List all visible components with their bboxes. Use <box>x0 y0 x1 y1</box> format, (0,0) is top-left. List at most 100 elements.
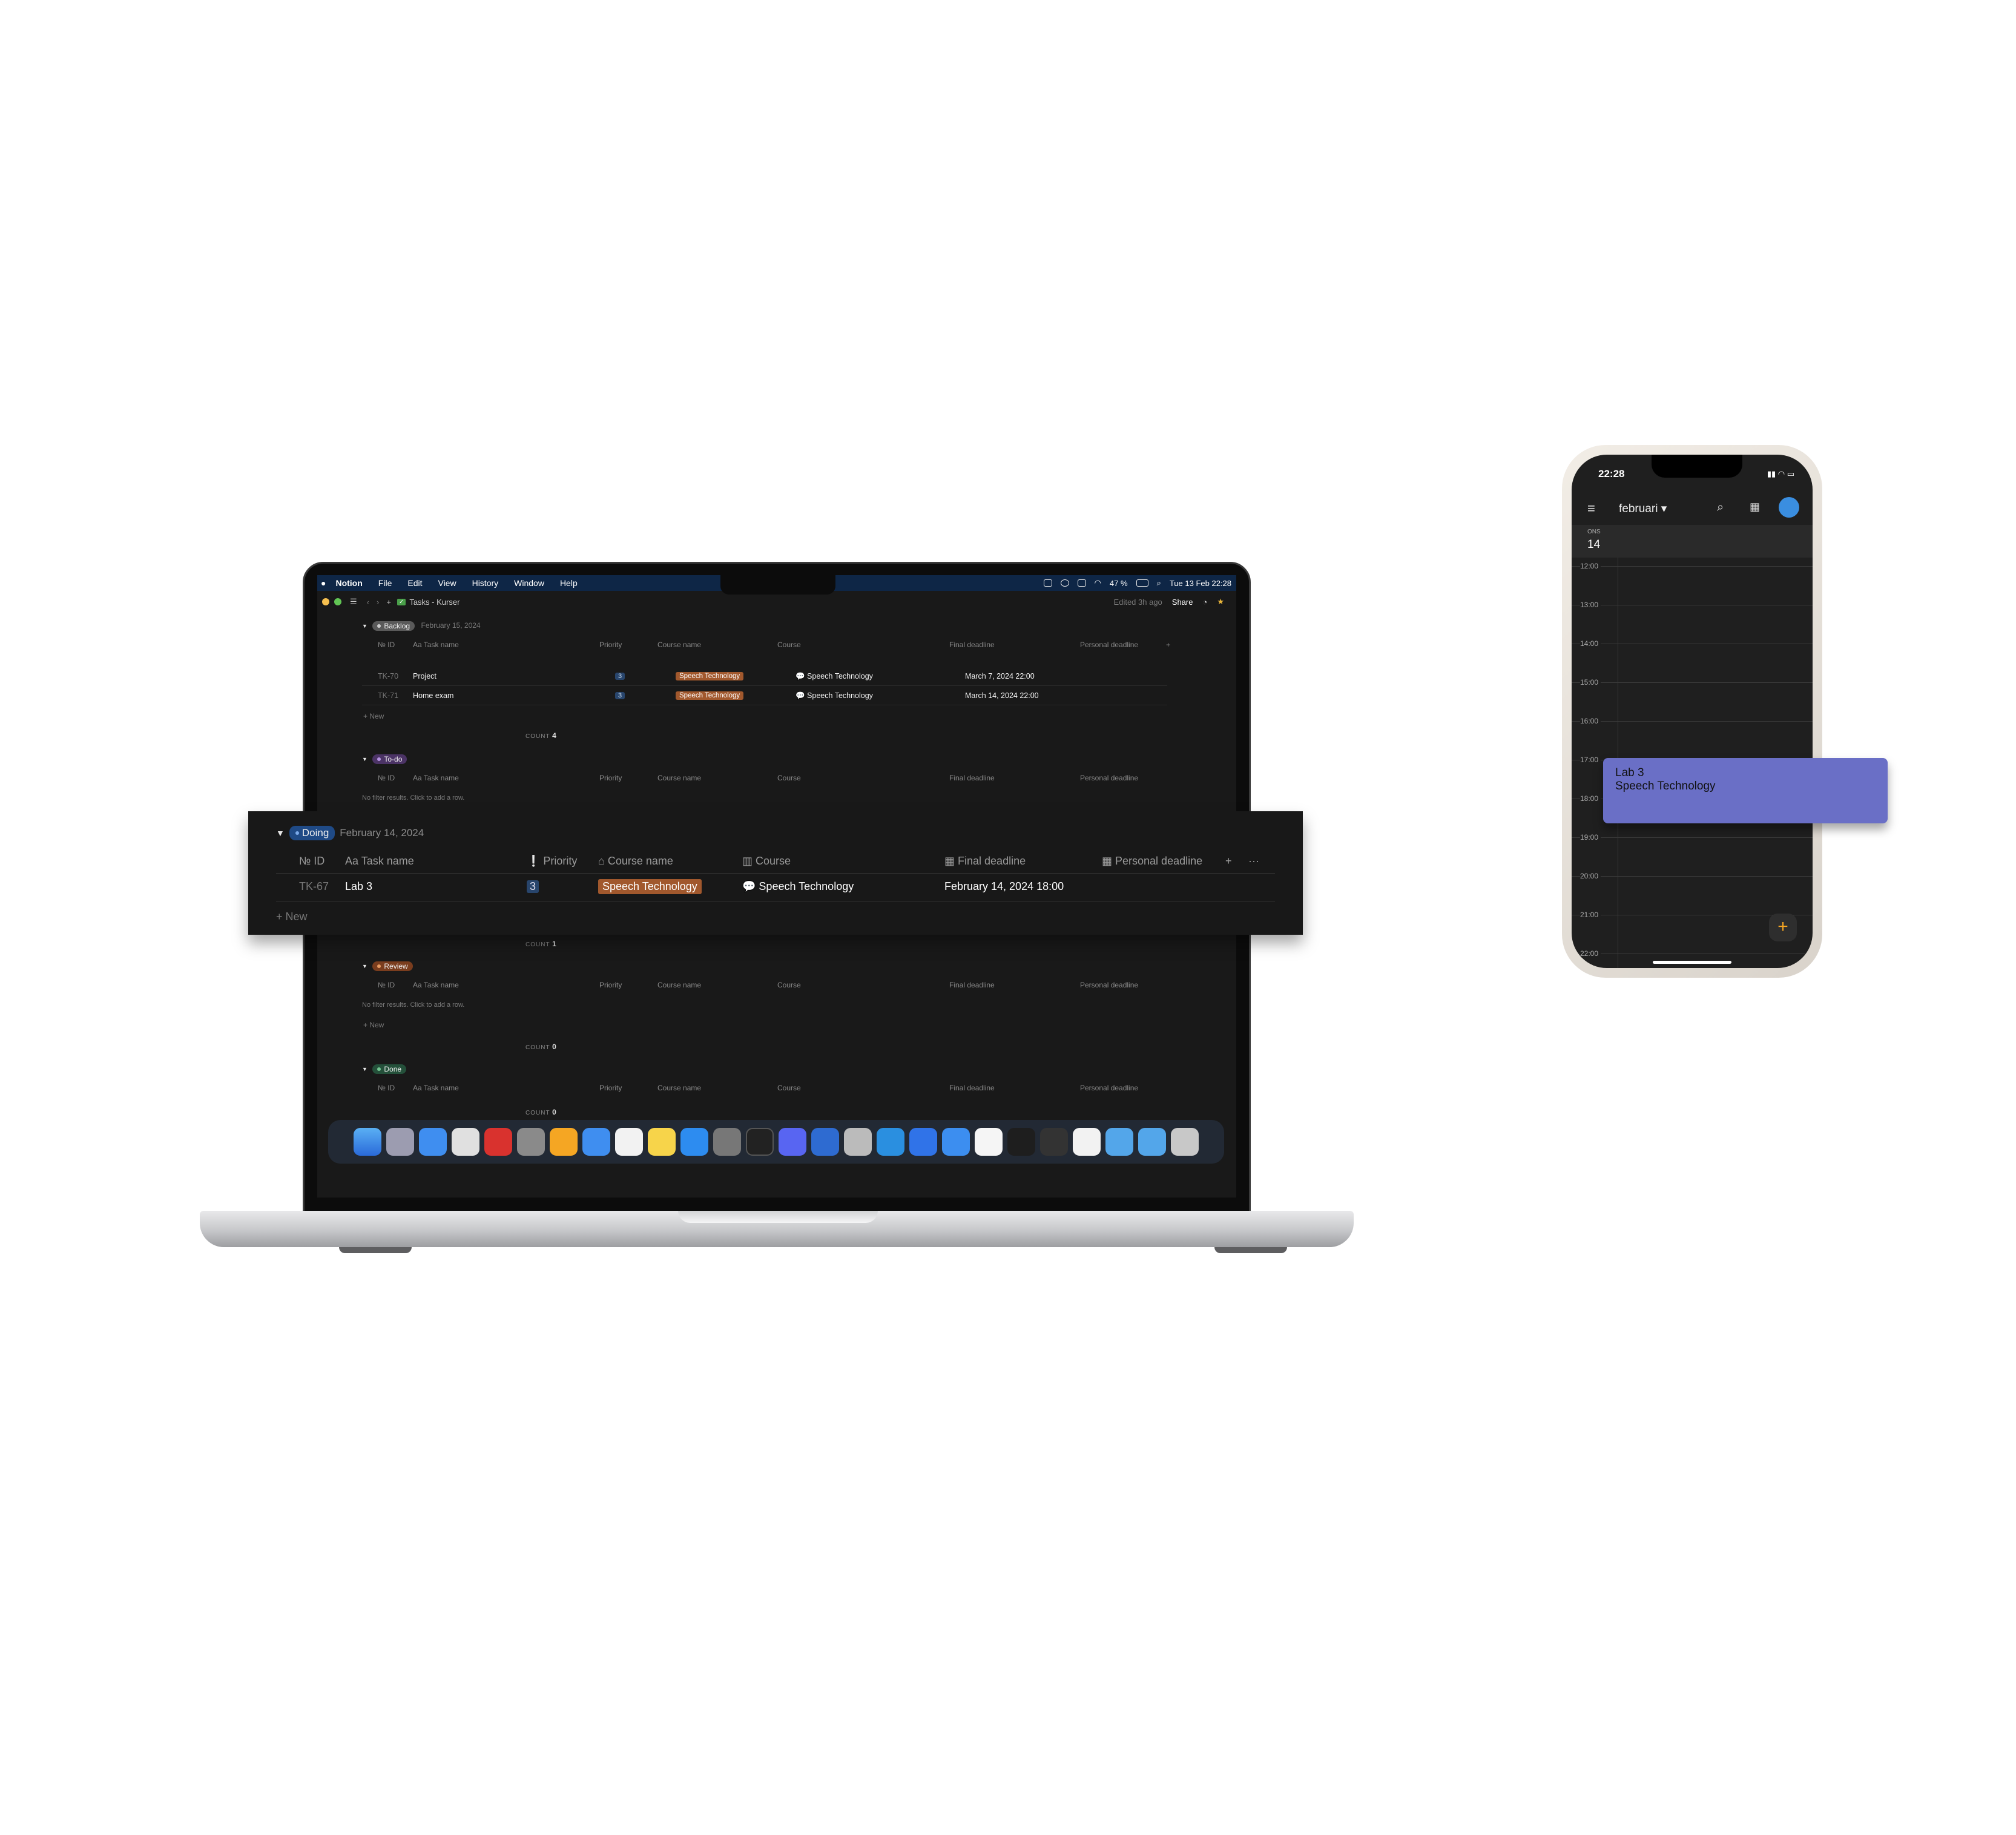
zoom-button[interactable] <box>334 598 341 605</box>
collapse-icon[interactable]: ▼ <box>362 963 367 969</box>
col-priority[interactable]: Priority <box>599 981 622 989</box>
search-icon[interactable]: ⌕ <box>1717 501 1724 515</box>
day-number[interactable]: 14 <box>1587 538 1600 552</box>
menu-edit[interactable]: Edit <box>407 578 422 588</box>
launchpad-icon[interactable] <box>386 1128 414 1156</box>
row-course-tag[interactable]: Speech Technology <box>676 691 744 700</box>
airdrop-icon[interactable] <box>1060 579 1069 587</box>
folder-icon[interactable] <box>1138 1128 1166 1156</box>
row-final[interactable]: March 7, 2024 22:00 <box>965 667 1035 685</box>
col-task[interactable]: Aa Task name <box>413 1084 459 1092</box>
calculator-icon[interactable] <box>517 1128 545 1156</box>
col-task[interactable]: Aa Task name <box>413 774 459 782</box>
minimize-button[interactable] <box>322 598 329 605</box>
col-task[interactable]: Aa Task name <box>345 855 414 868</box>
col-task[interactable]: Aa Task name <box>413 641 459 649</box>
folder-icon[interactable] <box>1105 1128 1133 1156</box>
row-task[interactable]: Lab 3 <box>345 880 372 893</box>
row-course[interactable]: 💬 Speech Technology <box>796 687 873 705</box>
notion-icon[interactable] <box>975 1128 1003 1156</box>
tasks-icon[interactable] <box>811 1128 839 1156</box>
col-priority[interactable]: Priority <box>599 641 622 649</box>
hour-row[interactable]: 16:00 <box>1572 717 1813 760</box>
row-priority[interactable]: 3 <box>615 673 625 680</box>
col-final[interactable]: Final deadline <box>949 1084 995 1092</box>
col-final[interactable]: Final deadline <box>949 774 995 782</box>
col-course-name[interactable]: Course name <box>657 981 701 989</box>
row-priority[interactable]: 3 <box>615 692 625 699</box>
chrome-icon[interactable] <box>452 1128 479 1156</box>
add-column-icon[interactable]: + <box>1166 641 1170 649</box>
more-icon[interactable]: ··· <box>1248 855 1259 868</box>
hour-row[interactable]: 13:00 <box>1572 601 1813 644</box>
history-icon[interactable]: ◔ <box>1202 598 1207 607</box>
row-course-tag[interactable]: Speech Technology <box>598 879 702 894</box>
col-personal[interactable]: Personal deadline <box>1080 1084 1138 1092</box>
col-course[interactable]: Course <box>777 981 801 989</box>
home-indicator[interactable] <box>1653 961 1731 964</box>
discord-icon[interactable] <box>779 1128 806 1156</box>
group-badge[interactable]: To-do <box>372 754 407 764</box>
row-course[interactable]: 💬 Speech Technology <box>742 880 854 893</box>
terminal-icon[interactable] <box>746 1128 774 1156</box>
clock-text[interactable]: Tue 13 Feb 22:28 <box>1170 579 1231 588</box>
hour-row[interactable]: 12:00 <box>1572 562 1813 605</box>
weather-icon[interactable] <box>582 1128 610 1156</box>
figma-icon[interactable] <box>1007 1128 1035 1156</box>
col-priority[interactable]: ❕ Priority <box>527 855 577 868</box>
back-icon[interactable]: ‹ <box>367 598 369 607</box>
col-course[interactable]: Course <box>777 774 801 782</box>
new-row-button[interactable]: + New <box>276 911 308 923</box>
vscode-icon[interactable] <box>877 1128 904 1156</box>
empty-state[interactable]: No filter results. Click to add a row. <box>362 1001 464 1009</box>
control-icon[interactable] <box>1043 579 1052 587</box>
add-page-icon[interactable]: + <box>386 598 391 607</box>
row-course[interactable]: 💬 Speech Technology <box>796 667 873 685</box>
row-final[interactable]: February 14, 2024 18:00 <box>944 880 1064 893</box>
collapse-icon[interactable]: ▼ <box>362 756 367 762</box>
col-personal[interactable]: Personal deadline <box>1080 641 1138 649</box>
col-course-name[interactable]: Course name <box>657 1084 701 1092</box>
col-course-name[interactable]: Course name <box>657 774 701 782</box>
col-course-name[interactable]: Course name <box>657 641 701 649</box>
page-title[interactable]: Tasks - Kurser <box>409 598 460 607</box>
widget-icon[interactable] <box>1077 579 1086 587</box>
group-badge[interactable]: Doing <box>289 826 335 840</box>
apple-icon[interactable]: ● <box>321 578 326 588</box>
hour-row[interactable]: 19:00 <box>1572 833 1813 877</box>
add-column-icon[interactable]: + <box>1225 855 1232 868</box>
col-final[interactable]: Final deadline <box>949 641 995 649</box>
col-personal[interactable]: Personal deadline <box>1080 774 1138 782</box>
menu-history[interactable]: History <box>472 578 499 588</box>
favorite-icon[interactable]: ★ <box>1217 597 1224 607</box>
col-personal[interactable]: Personal deadline <box>1080 981 1138 989</box>
col-priority[interactable]: Priority <box>599 1084 622 1092</box>
col-priority[interactable]: Priority <box>599 774 622 782</box>
menu-help[interactable]: Help <box>560 578 578 588</box>
table-row[interactable]: TK-67 Lab 3 3 Speech Technology 💬 Speech… <box>276 873 1275 901</box>
empty-state[interactable]: No filter results. Click to add a row. <box>362 794 464 802</box>
numbers-icon[interactable] <box>1073 1128 1101 1156</box>
collapse-icon[interactable]: ▼ <box>362 1066 367 1072</box>
battery-icon[interactable] <box>1136 579 1148 587</box>
row-task[interactable]: Project <box>413 667 436 685</box>
menu-file[interactable]: File <box>378 578 392 588</box>
menu-icon[interactable]: ≡ <box>1587 501 1595 516</box>
col-course[interactable]: Course <box>777 1084 801 1092</box>
trash-icon[interactable] <box>1171 1128 1199 1156</box>
new-row-button[interactable]: + New <box>363 1021 384 1029</box>
avatar[interactable] <box>1779 497 1799 518</box>
forward-icon[interactable]: › <box>377 598 379 607</box>
col-course[interactable]: Course <box>777 641 801 649</box>
search-icon[interactable]: ⌕ <box>1157 578 1161 588</box>
col-id[interactable]: № ID <box>378 981 395 989</box>
preview-icon[interactable] <box>844 1128 872 1156</box>
calendar-app-icon[interactable] <box>419 1128 447 1156</box>
calendar-event[interactable]: Lab 3 Speech Technology <box>1603 758 1888 823</box>
month-selector[interactable]: februari ▾ <box>1619 502 1667 516</box>
notes-icon[interactable] <box>648 1128 676 1156</box>
group-badge[interactable]: Done <box>372 1064 407 1074</box>
col-task[interactable]: Aa Task name <box>413 981 459 989</box>
calendar-icon[interactable]: ▦ <box>1750 501 1760 513</box>
share-button[interactable]: Share <box>1172 598 1193 607</box>
